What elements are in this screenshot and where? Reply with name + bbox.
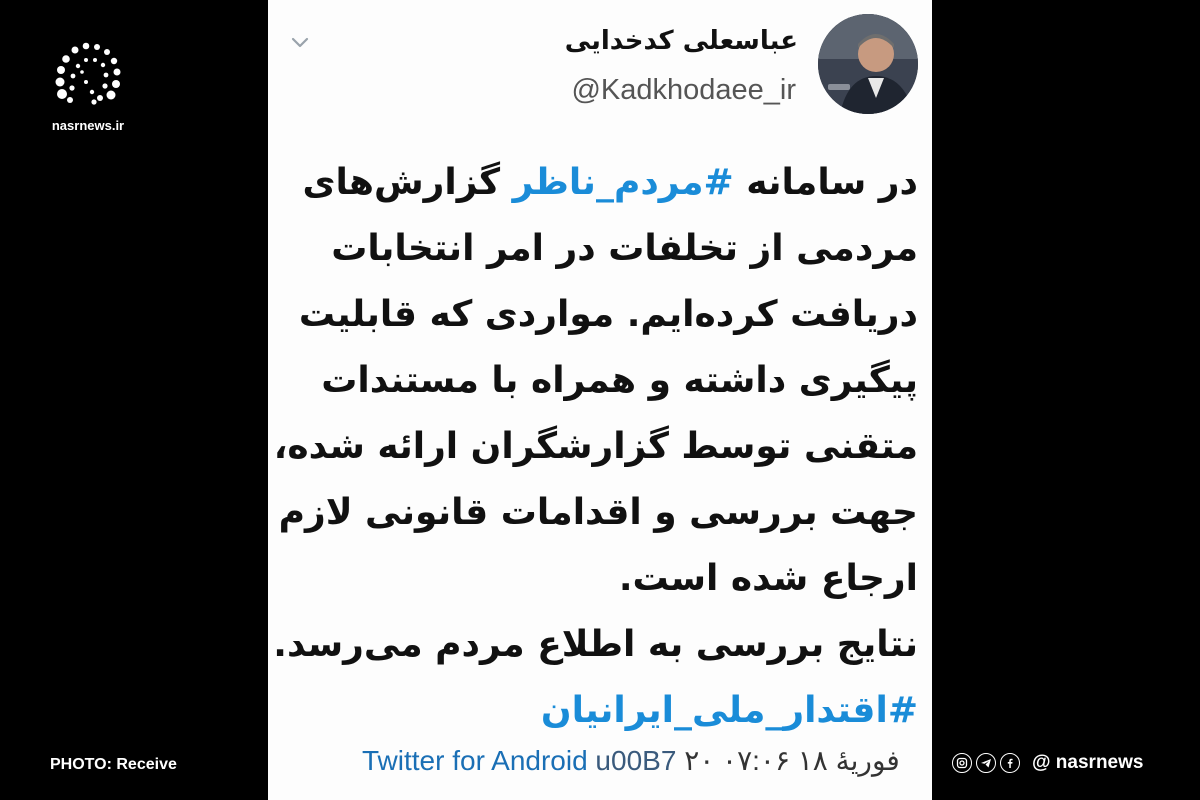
nasr-logo-icon <box>55 42 121 105</box>
tweet-text-segment: در سامانه <box>733 162 918 203</box>
tweet-line-4: پیگیری داشته و همراه با مستندات <box>321 360 918 401</box>
tweet-text: در سامانه #مردم_ناظر گزارش‌های مردمی از … <box>273 150 918 744</box>
tweet-line-5: متقنی توسط گزارشگران ارائه شده، <box>273 426 918 467</box>
author-name[interactable]: عباسعلی کدخدایی <box>565 26 798 56</box>
tweet-line-1: در سامانه #مردم_ناظر گزارش‌های <box>278 150 918 216</box>
chevron-down-icon[interactable] <box>288 30 312 54</box>
facebook-icon[interactable] <box>1000 753 1020 773</box>
hashtag-link[interactable]: #اقتدار_ملی_ایرانیان <box>278 678 918 744</box>
tweet-line-7: ارجاع شده است. <box>618 558 918 599</box>
tweet-card: عباسعلی کدخدایی @Kadkhodaee_ir در سامانه… <box>268 0 932 800</box>
tweet-text-segment: گزارش‌های <box>302 162 513 203</box>
tweet-line-3: دریافت کرده‌ایم. مواردی که قابلیت <box>298 294 918 335</box>
tweet-line-8: نتایج بررسی به اطلاع مردم می‌رسد. <box>273 624 918 665</box>
tweet-timestamp[interactable]: ۲۰ فوریهٔ ۱۸ ۰۷:۰۶ <box>684 745 900 776</box>
tweet-line-6: جهت بررسی و اقدامات قانونی لازم <box>278 492 918 533</box>
social-links: @ nasrnews <box>952 752 1143 774</box>
client-link[interactable]: Twitter for Android <box>362 745 588 776</box>
social-handle[interactable]: @ nasrnews <box>1032 752 1143 774</box>
photo-credit: PHOTO: Receive <box>50 756 177 773</box>
tweet-line-2: مردمی از تخلفات در امر انتخابات <box>331 228 918 269</box>
brand-logo: nasrnews.ir <box>38 38 138 133</box>
avatar-photo <box>818 14 918 114</box>
instagram-icon[interactable] <box>952 753 972 773</box>
news-image-frame: nasrnews.ir عباسعلی کدخدایی @Kadkhodaee_… <box>0 0 1200 800</box>
avatar[interactable] <box>818 14 918 114</box>
hashtag-link[interactable]: #مردم_ناظر <box>513 162 734 203</box>
meta-separator: u00B7 <box>587 745 685 776</box>
brand-domain: nasrnews.ir <box>51 118 125 133</box>
telegram-icon[interactable] <box>976 753 996 773</box>
author-handle[interactable]: @Kadkhodaee_ir <box>571 74 796 107</box>
tweet-meta: Twitter for Android u00B7 ۲۰ فوریهٔ ۱۸ ۰… <box>362 744 900 777</box>
